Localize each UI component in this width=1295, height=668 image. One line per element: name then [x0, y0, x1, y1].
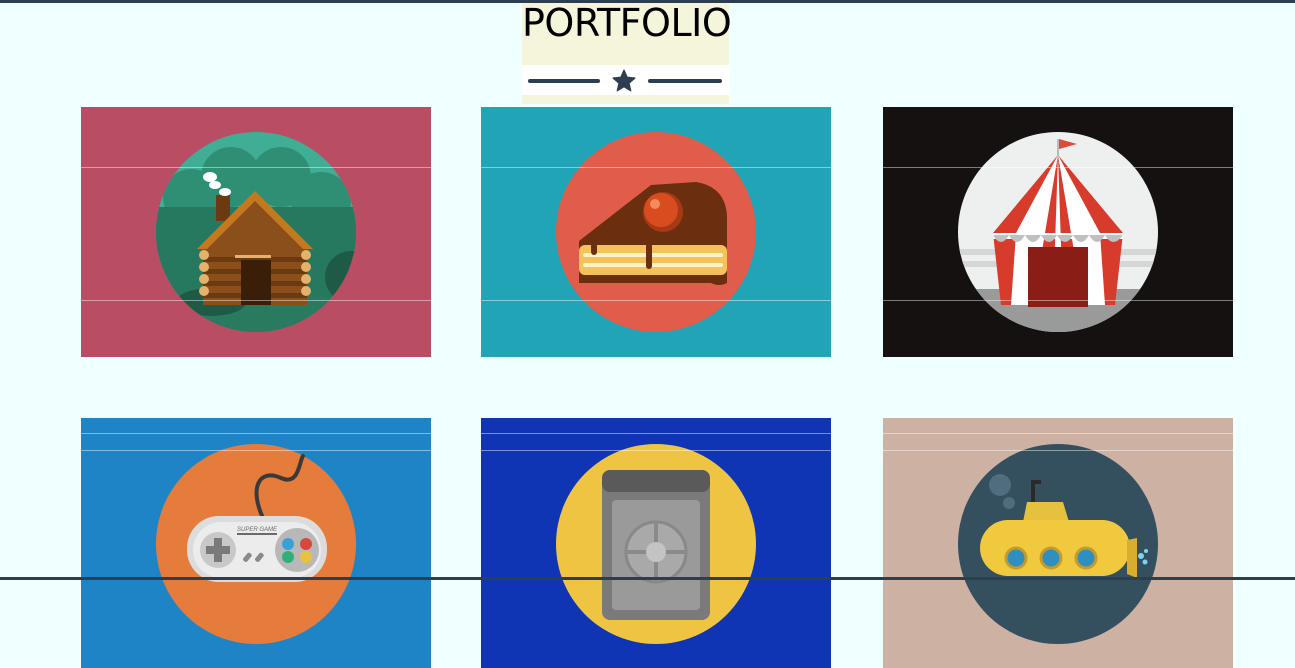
portfolio-item-cabin[interactable]: [81, 107, 431, 357]
scanline: [81, 300, 431, 301]
controller-label: SUPER GAME: [237, 527, 278, 533]
log-cabin-icon: [156, 132, 356, 332]
scanline: [81, 167, 431, 168]
portfolio-item-game[interactable]: SUPER GAME: [81, 418, 431, 668]
portfolio-item-cake[interactable]: [481, 107, 831, 357]
page-title: PORTFOLIO: [522, 1, 732, 45]
scanline: [883, 167, 1233, 168]
circus-tent-icon: [958, 132, 1158, 332]
submarine-icon: [958, 444, 1158, 644]
section-header: PORTFOLIO: [522, 1, 732, 104]
portfolio-item-circus[interactable]: [883, 107, 1233, 357]
scanline: [883, 300, 1233, 301]
scanline: [883, 450, 1233, 451]
scanline: [481, 167, 831, 168]
scanline: [81, 433, 431, 434]
game-controller-icon: SUPER GAME: [156, 444, 356, 644]
divider-line-left: [528, 79, 600, 83]
scanline: [883, 433, 1233, 434]
scanline: [481, 300, 831, 301]
scanline: [481, 433, 831, 434]
title-divider: [522, 65, 729, 95]
safe-icon: [556, 444, 756, 644]
scanline: [481, 450, 831, 451]
star-icon: [612, 69, 636, 92]
portfolio-item-submarine[interactable]: [883, 418, 1233, 668]
portfolio-item-safe[interactable]: [481, 418, 831, 668]
divider-line-right: [648, 79, 722, 83]
scanline: [81, 450, 431, 451]
cake-slice-icon: [556, 132, 756, 332]
